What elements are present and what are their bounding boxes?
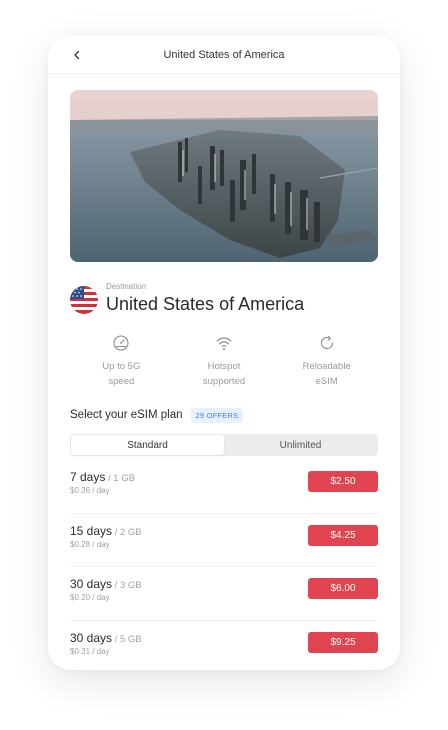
plan-duration: 30 days bbox=[70, 630, 113, 645]
plan-per-day-price: $0.36 / day bbox=[70, 486, 110, 495]
feature-hotspot-line2: supported bbox=[202, 376, 246, 387]
plan-per-day-price: $0.31 / day bbox=[70, 646, 110, 656]
feature-speed-line1: Up to 5G bbox=[102, 361, 141, 372]
plan-section-header: Select your eSIM plan 29 OFFERS bbox=[70, 406, 378, 424]
plan-row: 7 days / 1 GB $0.36 / day $2.50 bbox=[70, 460, 378, 514]
plan-row: 15 days / 2 GB $0.28 / day $4.25 bbox=[70, 514, 378, 567]
plan-row: 30 days / 5 GB $0.31 / day $9.25 bbox=[70, 621, 378, 671]
destination-name: United States of America bbox=[106, 294, 305, 314]
feature-list: Up to 5G speed Hotspot supported Reloada… bbox=[70, 334, 378, 392]
tab-standard[interactable]: Standard bbox=[71, 435, 224, 455]
destination-label: Destination bbox=[106, 282, 147, 291]
speedometer-icon bbox=[113, 335, 129, 351]
reload-icon bbox=[320, 335, 333, 350]
feature-speed-line2: speed bbox=[108, 376, 135, 387]
plan-per-day-price: $0.20 / day bbox=[70, 593, 110, 602]
feature-reloadable-line2: eSIM bbox=[315, 376, 338, 387]
plan-per-day-price: $0.28 / day bbox=[70, 539, 110, 549]
destination-hero-image bbox=[70, 90, 378, 262]
plan-data-amount: / 2 GB bbox=[112, 526, 142, 538]
back-button[interactable] bbox=[66, 44, 88, 66]
wifi-icon bbox=[216, 337, 232, 350]
tab-unlimited[interactable]: Unlimited bbox=[224, 435, 377, 455]
plan-section-title: Select your eSIM plan bbox=[70, 409, 183, 421]
plan-duration: 15 days bbox=[70, 523, 113, 538]
feature-speed: Up to 5G speed bbox=[70, 334, 173, 392]
chevron-left-icon bbox=[74, 50, 80, 60]
plan-type-tabs: Standard Unlimited bbox=[70, 434, 378, 456]
feature-hotspot-line1: Hotspot bbox=[207, 361, 241, 372]
plan-list: 7 days / 1 GB $0.36 / day $2.50 15 days … bbox=[70, 460, 378, 670]
feature-hotspot: Hotspot supported bbox=[173, 334, 276, 392]
buy-plan-button[interactable]: $4.25 bbox=[308, 524, 378, 546]
buy-plan-button[interactable]: $9.25 bbox=[308, 631, 378, 653]
buy-plan-button[interactable]: $2.50 bbox=[308, 471, 378, 492]
offers-count-badge: 29 OFFERS bbox=[190, 407, 244, 423]
phone-frame: United States of America Destination Uni… bbox=[48, 36, 400, 670]
us-flag-icon bbox=[70, 286, 98, 314]
plan-duration: 30 days bbox=[70, 577, 113, 591]
plan-data-amount: / 3 GB bbox=[112, 580, 142, 591]
page-title: United States of America bbox=[163, 48, 285, 61]
plan-row: 30 days / 3 GB $0.20 / day $6.00 bbox=[70, 567, 378, 621]
plan-data-amount: / 5 GB bbox=[112, 633, 142, 645]
plan-duration: 7 days bbox=[70, 470, 106, 484]
feature-reloadable: Reloadable eSIM bbox=[275, 334, 378, 392]
header-bar: United States of America bbox=[48, 36, 400, 74]
feature-reloadable-line1: Reloadable bbox=[302, 361, 351, 372]
destination-block: Destination United States of America bbox=[70, 280, 378, 316]
buy-plan-button[interactable]: $6.00 bbox=[308, 578, 378, 599]
plan-data-amount: / 1 GB bbox=[105, 473, 135, 484]
